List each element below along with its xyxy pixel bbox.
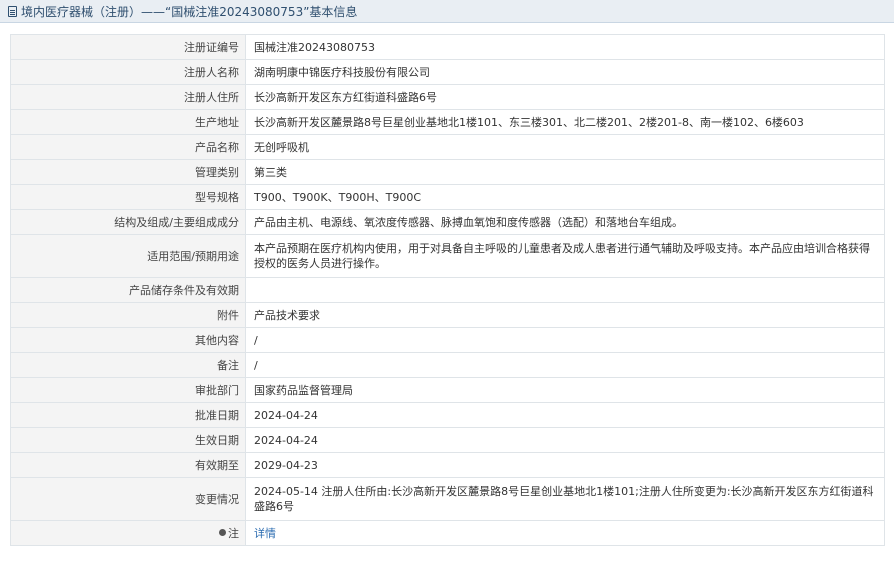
table-row: 产品名称 无创呼吸机 xyxy=(10,134,885,160)
row-value: 本产品预期在医疗机构内使用，用于对具备自主呼吸的儿童患者及成人患者进行通气辅助及… xyxy=(245,234,885,278)
row-value: 2024-04-24 xyxy=(245,427,885,453)
pin-icon xyxy=(219,529,226,536)
row-label: 注册人住所 xyxy=(10,84,246,110)
row-value: 2024-04-24 xyxy=(245,402,885,428)
row-value: 第三类 xyxy=(245,159,885,185)
table-row: 变更情况 2024-05-14 注册人住所由:长沙高新开发区麓景路8号巨星创业基… xyxy=(10,477,885,521)
row-label: 有效期至 xyxy=(10,452,246,478)
row-label: 管理类别 xyxy=(10,159,246,185)
document-icon xyxy=(8,5,17,17)
row-value: 产品由主机、电源线、氧浓度传感器、脉搏血氧饱和度传感器（选配）和落地台车组成。 xyxy=(245,209,885,235)
table-row: 结构及组成/主要组成成分 产品由主机、电源线、氧浓度传感器、脉搏血氧饱和度传感器… xyxy=(10,209,885,235)
row-label: 注册证编号 xyxy=(10,34,246,60)
row-label: 变更情况 xyxy=(10,477,246,521)
row-label: 生效日期 xyxy=(10,427,246,453)
table-row: 注册证编号 国械注准20243080753 xyxy=(10,34,885,60)
row-value: 长沙高新开发区东方红街道科盛路6号 xyxy=(245,84,885,110)
note-label: 注 xyxy=(228,526,239,540)
table-row: 产品储存条件及有效期 xyxy=(10,277,885,303)
table-row: 注册人住所 长沙高新开发区东方红街道科盛路6号 xyxy=(10,84,885,110)
row-value: 无创呼吸机 xyxy=(245,134,885,160)
table-row: 审批部门 国家药品监督管理局 xyxy=(10,377,885,403)
row-label: 审批部门 xyxy=(10,377,246,403)
table-row: 适用范围/预期用途 本产品预期在医疗机构内使用，用于对具备自主呼吸的儿童患者及成… xyxy=(10,234,885,278)
note-value-cell: 详情 xyxy=(245,520,885,546)
row-value: 湖南明康中锦医疗科技股份有限公司 xyxy=(245,59,885,85)
row-value: / xyxy=(245,327,885,353)
row-label: 生产地址 xyxy=(10,109,246,135)
table-row: 生产地址 长沙高新开发区麓景路8号巨星创业基地北1楼101、东三楼301、北二楼… xyxy=(10,109,885,135)
table-row: 批准日期 2024-04-24 xyxy=(10,402,885,428)
table-row: 管理类别 第三类 xyxy=(10,159,885,185)
table-row: 型号规格 T900、T900K、T900H、T900C xyxy=(10,184,885,210)
details-link[interactable]: 详情 xyxy=(254,527,276,540)
row-value: 国家药品监督管理局 xyxy=(245,377,885,403)
info-table: 注册证编号 国械注准20243080753 注册人名称 湖南明康中锦医疗科技股份… xyxy=(10,34,885,546)
row-value xyxy=(245,277,885,303)
row-value: 2024-05-14 注册人住所由:长沙高新开发区麓景路8号巨星创业基地北1楼1… xyxy=(245,477,885,521)
note-row: 注 详情 xyxy=(10,520,885,546)
row-value: / xyxy=(245,352,885,378)
row-label: 结构及组成/主要组成成分 xyxy=(10,209,246,235)
row-label: 其他内容 xyxy=(10,327,246,353)
row-label: 附件 xyxy=(10,302,246,328)
page-title: 境内医疗器械（注册）——“国械注准20243080753”基本信息 xyxy=(21,4,358,19)
row-value: T900、T900K、T900H、T900C xyxy=(245,184,885,210)
row-value: 2029-04-23 xyxy=(245,452,885,478)
row-value: 产品技术要求 xyxy=(245,302,885,328)
row-label: 产品储存条件及有效期 xyxy=(10,277,246,303)
table-row: 有效期至 2029-04-23 xyxy=(10,452,885,478)
table-row: 附件 产品技术要求 xyxy=(10,302,885,328)
row-value: 长沙高新开发区麓景路8号巨星创业基地北1楼101、东三楼301、北二楼201、2… xyxy=(245,109,885,135)
table-row: 其他内容 / xyxy=(10,327,885,353)
note-label-cell: 注 xyxy=(10,520,246,546)
row-label: 型号规格 xyxy=(10,184,246,210)
row-label: 备注 xyxy=(10,352,246,378)
table-row: 注册人名称 湖南明康中锦医疗科技股份有限公司 xyxy=(10,59,885,85)
row-label: 批准日期 xyxy=(10,402,246,428)
row-label: 适用范围/预期用途 xyxy=(10,234,246,278)
row-value: 国械注准20243080753 xyxy=(245,34,885,60)
page-title-bar: 境内医疗器械（注册）——“国械注准20243080753”基本信息 xyxy=(0,0,894,23)
table-row: 备注 / xyxy=(10,352,885,378)
row-label: 注册人名称 xyxy=(10,59,246,85)
row-label: 产品名称 xyxy=(10,134,246,160)
table-row: 生效日期 2024-04-24 xyxy=(10,427,885,453)
